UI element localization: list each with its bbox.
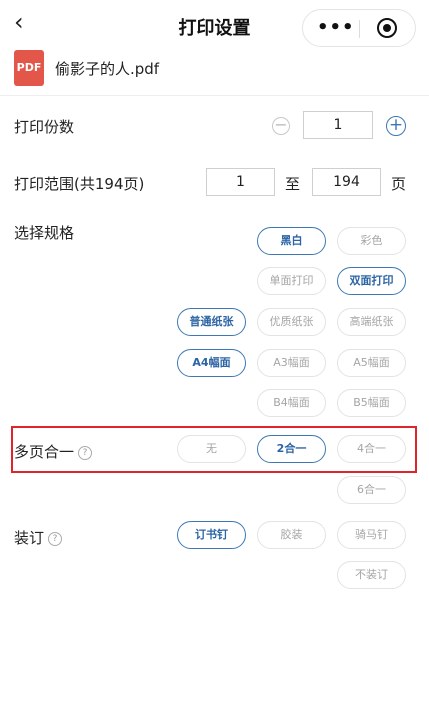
option-binding-saddle[interactable]: 骑马钉 bbox=[337, 521, 406, 549]
range-start-input[interactable]: 1 bbox=[206, 168, 275, 196]
option-multipage-4in1[interactable]: 4合一 bbox=[337, 435, 406, 463]
option-double-side[interactable]: 双面打印 bbox=[337, 267, 406, 295]
file-name: 偷影子的人.pdf bbox=[55, 60, 160, 78]
miniprogram-capsule: ••• bbox=[302, 9, 416, 47]
option-multipage-6in1[interactable]: 6合一 bbox=[337, 476, 406, 504]
capsule-divider bbox=[359, 20, 360, 38]
option-color[interactable]: 彩色 bbox=[337, 227, 406, 255]
decrease-copies-icon[interactable]: − bbox=[272, 117, 290, 135]
copies-label: 打印份数 bbox=[14, 118, 75, 136]
divider bbox=[0, 95, 429, 96]
option-size-b5[interactable]: B5幅面 bbox=[337, 389, 406, 417]
binding-label-row: 装订? bbox=[14, 527, 63, 548]
option-paper-standard[interactable]: 普通纸张 bbox=[177, 308, 246, 336]
copies-input[interactable]: 1 bbox=[303, 111, 373, 139]
increase-copies-icon[interactable]: + bbox=[386, 116, 406, 136]
option-black-white[interactable]: 黑白 bbox=[257, 227, 326, 255]
range-unit-label: 页 bbox=[391, 175, 407, 193]
help-icon[interactable]: ? bbox=[48, 531, 63, 546]
option-paper-quality[interactable]: 优质纸张 bbox=[257, 308, 326, 336]
pdf-file-icon: PDF bbox=[14, 50, 44, 86]
help-icon[interactable]: ? bbox=[78, 445, 93, 460]
option-paper-premium[interactable]: 高端纸张 bbox=[337, 308, 406, 336]
option-size-b4[interactable]: B4幅面 bbox=[257, 389, 326, 417]
option-binding-glue[interactable]: 胶装 bbox=[257, 521, 326, 549]
spec-label: 选择规格 bbox=[14, 224, 75, 242]
option-size-a4[interactable]: A4幅面 bbox=[177, 349, 246, 377]
option-binding-none[interactable]: 不装订 bbox=[337, 561, 406, 589]
option-binding-staple[interactable]: 订书钉 bbox=[177, 521, 246, 549]
option-size-a3[interactable]: A3幅面 bbox=[257, 349, 326, 377]
more-icon[interactable]: ••• bbox=[317, 18, 355, 38]
multipage-label: 多页合一 bbox=[14, 443, 75, 461]
option-multipage-2in1[interactable]: 2合一 bbox=[257, 435, 326, 463]
option-single-side[interactable]: 单面打印 bbox=[257, 267, 326, 295]
binding-label: 装订 bbox=[14, 529, 45, 547]
multipage-label-row: 多页合一? bbox=[14, 441, 93, 462]
range-to-label: 至 bbox=[285, 175, 301, 193]
option-size-a5[interactable]: A5幅面 bbox=[337, 349, 406, 377]
range-end-input[interactable]: 194 bbox=[312, 168, 381, 196]
close-miniprogram-icon[interactable] bbox=[377, 18, 397, 38]
option-multipage-none[interactable]: 无 bbox=[177, 435, 246, 463]
range-label: 打印范围(共194页) bbox=[14, 175, 145, 193]
